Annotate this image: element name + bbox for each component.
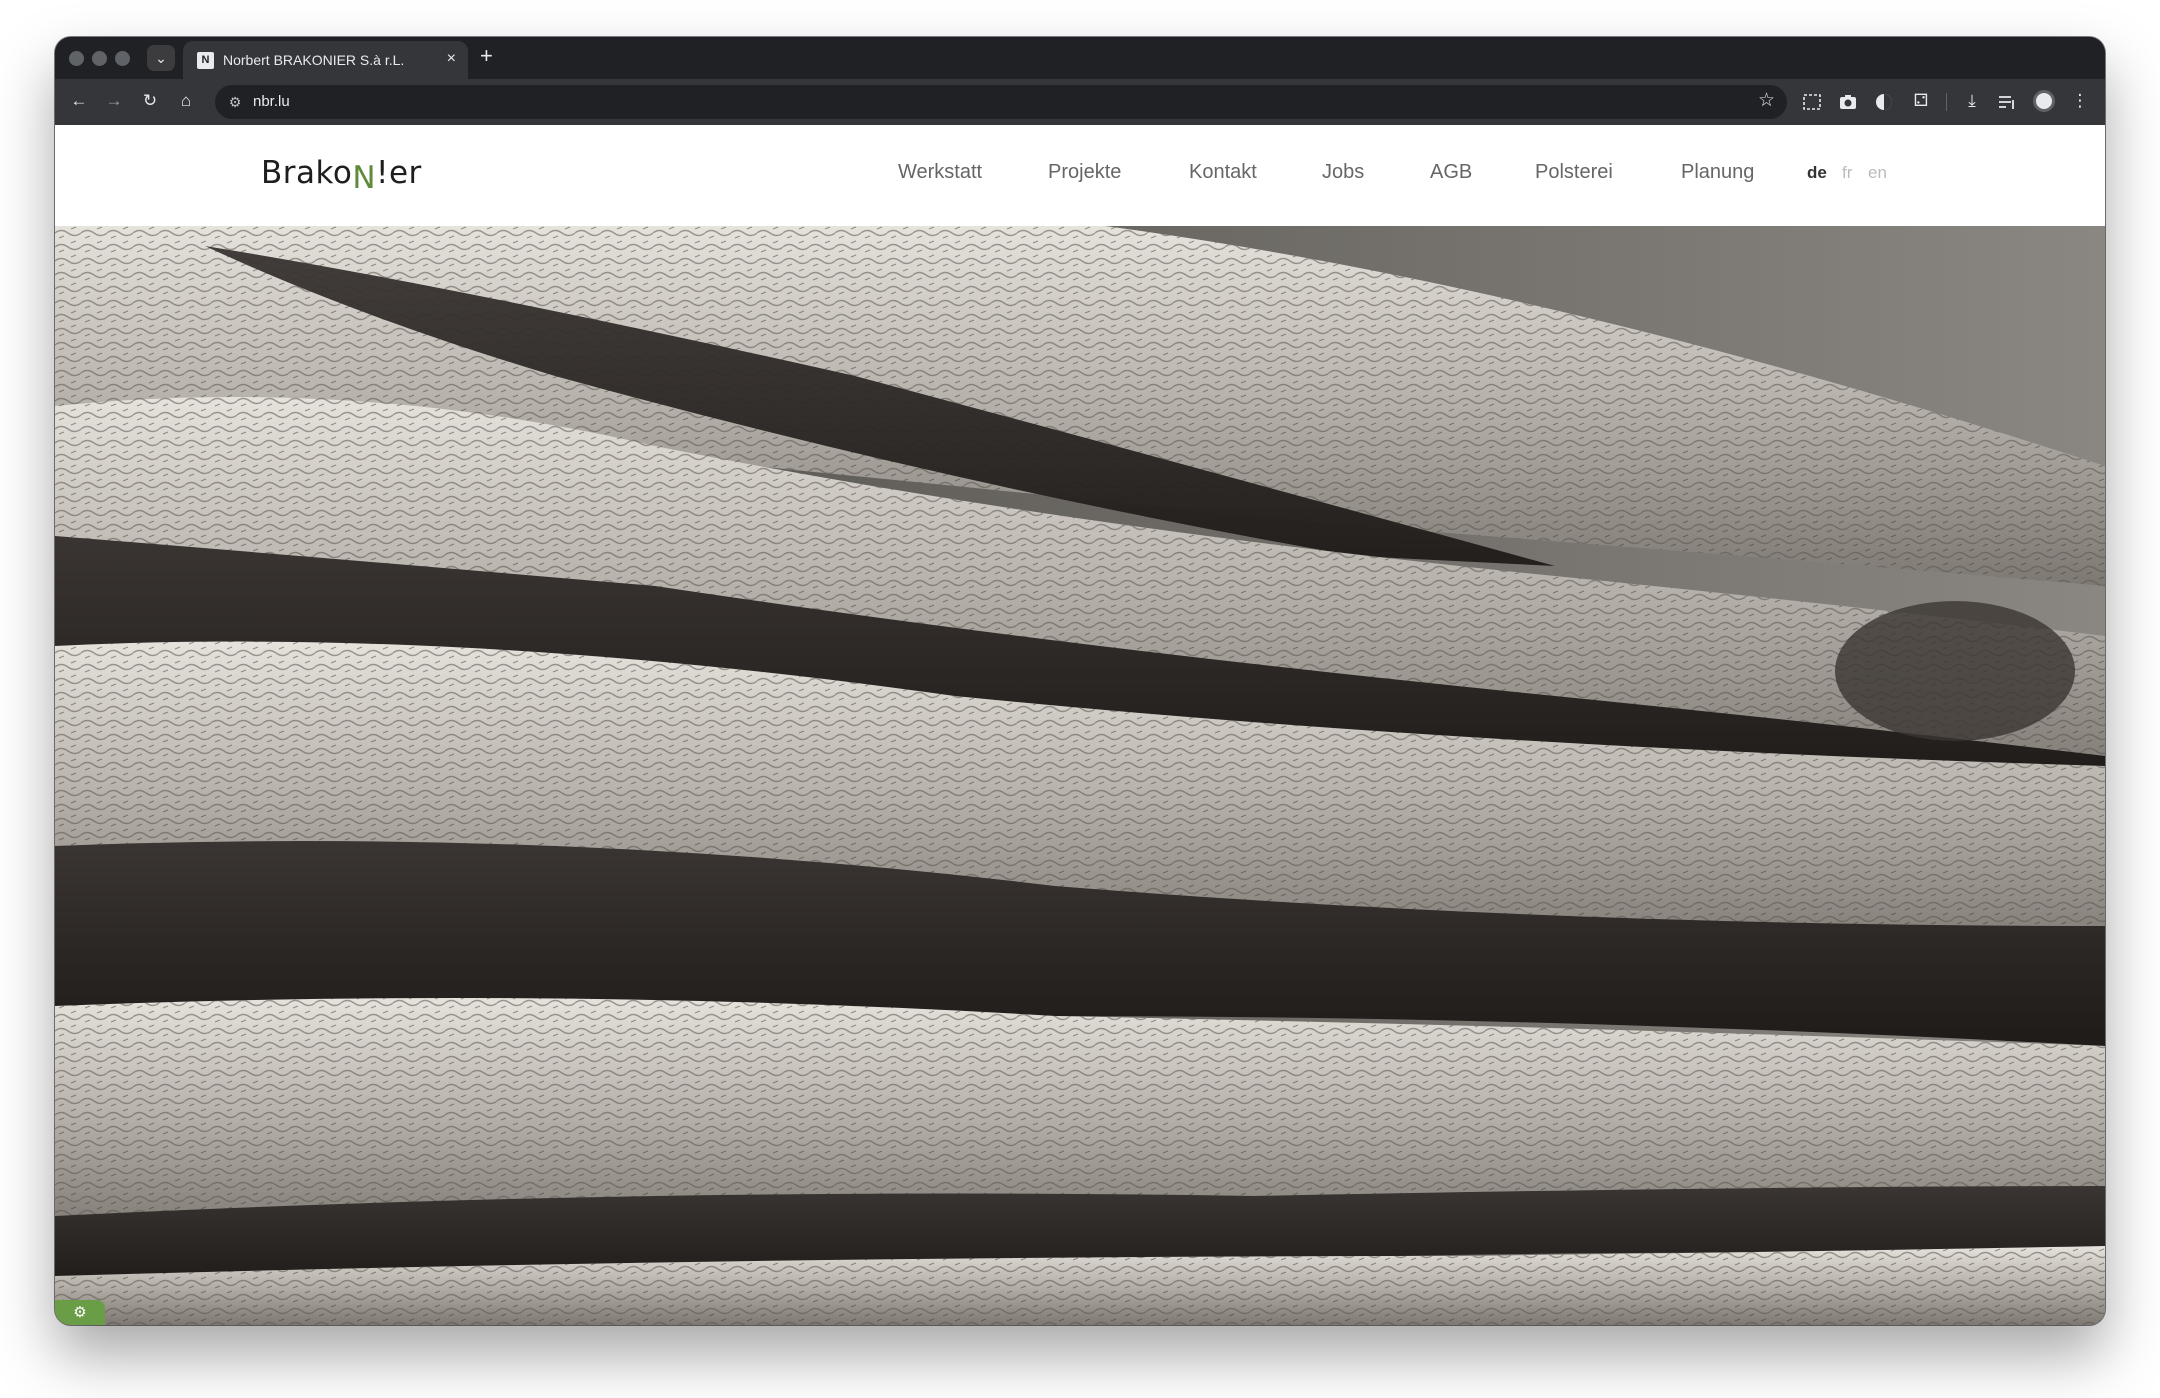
- logo-letter-n: N: [352, 160, 377, 196]
- toolbar-divider: [1946, 93, 1947, 111]
- close-window-dot[interactable]: [69, 51, 84, 66]
- address-bar[interactable]: ⚙ nbr.lu ☆: [215, 85, 1787, 119]
- wood-logs-illustration: [55, 226, 2105, 1325]
- hero-image-wood-logs: ⚙: [55, 226, 2105, 1325]
- browser-window: ⌄ N Norbert BRAKONIER S.à r.L. × + ← → ↻…: [55, 37, 2105, 1325]
- lang-de[interactable]: de: [1807, 163, 1827, 183]
- user-settings-icon: ⚙: [73, 1304, 87, 1321]
- brakonier-logo[interactable]: BrakoN!er: [261, 155, 422, 196]
- nav-projekte[interactable]: Projekte: [1048, 161, 1121, 184]
- downloads-icon[interactable]: ⤓: [1960, 89, 1984, 113]
- logo-text-er: er: [388, 155, 422, 191]
- profile-avatar-icon[interactable]: [2033, 90, 2055, 112]
- privacy-icon[interactable]: [1874, 92, 1894, 112]
- forward-icon[interactable]: →: [102, 89, 126, 113]
- lang-fr[interactable]: fr: [1842, 163, 1852, 183]
- tab-close-icon[interactable]: ×: [447, 50, 456, 68]
- nav-agb[interactable]: AGB: [1430, 161, 1472, 184]
- tab-search-icon[interactable]: ⌄: [147, 45, 175, 71]
- screenshot-icon[interactable]: [1802, 92, 1822, 112]
- nav-werkstatt[interactable]: Werkstatt: [898, 161, 982, 184]
- active-tab[interactable]: N Norbert BRAKONIER S.à r.L. ×: [183, 41, 468, 79]
- camera-icon[interactable]: [1838, 92, 1858, 112]
- back-icon[interactable]: ←: [67, 89, 91, 113]
- cookie-settings-button[interactable]: ⚙: [55, 1300, 105, 1325]
- bookmark-star-icon[interactable]: ☆: [1758, 89, 1775, 112]
- tab-title: Norbert BRAKONIER S.à r.L.: [223, 52, 405, 68]
- browser-toolbar: ← → ↻ ⌂ ⚙ nbr.lu ☆ ⚁ ⤓ ⋮: [55, 79, 2105, 125]
- logo-text-brako: Brako: [261, 155, 353, 191]
- site-info-icon[interactable]: ⚙: [225, 90, 245, 114]
- url-text[interactable]: nbr.lu: [253, 93, 290, 110]
- site-header: BrakoN!er Werkstatt Projekte Kontakt Job…: [55, 125, 2105, 226]
- nav-kontakt[interactable]: Kontakt: [1189, 161, 1257, 184]
- extensions-icon[interactable]: ⚁: [1909, 89, 1933, 113]
- nav-polsterei[interactable]: Polsterei: [1535, 161, 1613, 184]
- favicon-icon: N: [197, 52, 214, 69]
- reload-icon[interactable]: ↻: [138, 89, 162, 113]
- home-icon[interactable]: ⌂: [174, 89, 198, 113]
- nav-jobs[interactable]: Jobs: [1322, 161, 1364, 184]
- new-tab-button[interactable]: +: [480, 43, 493, 69]
- maximize-window-dot[interactable]: [115, 51, 130, 66]
- nav-planung[interactable]: Planung: [1681, 161, 1754, 184]
- browser-menu-icon[interactable]: ⋮: [2068, 89, 2092, 113]
- reading-list-icon[interactable]: [1997, 92, 2017, 112]
- web-page: BrakoN!er Werkstatt Projekte Kontakt Job…: [55, 125, 2105, 1325]
- lang-en[interactable]: en: [1868, 163, 1887, 183]
- logo-letter-exclaim: !: [376, 155, 389, 191]
- minimize-window-dot[interactable]: [92, 51, 107, 66]
- tab-strip: ⌄ N Norbert BRAKONIER S.à r.L. × +: [55, 37, 2105, 79]
